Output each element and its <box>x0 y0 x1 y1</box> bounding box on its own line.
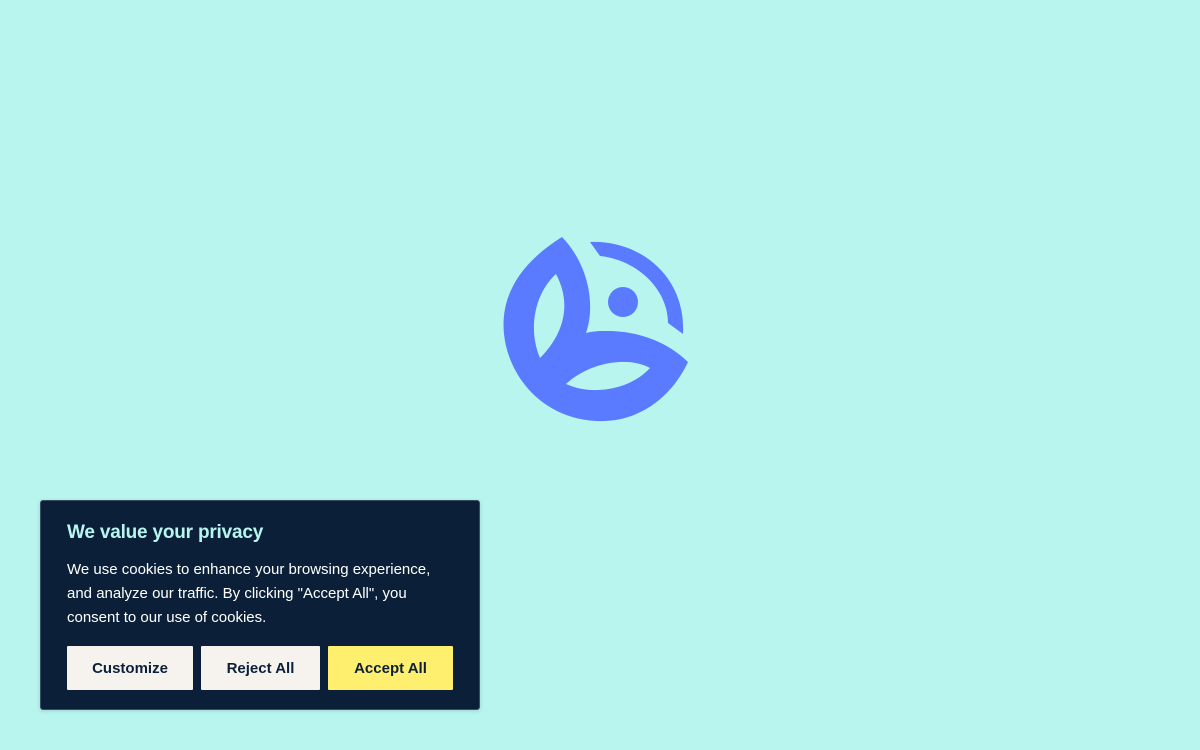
customize-button[interactable]: Customize <box>67 646 193 690</box>
cookie-banner-title: We value your privacy <box>67 522 264 543</box>
cookie-banner-actions: Customize Reject All Accept All <box>67 646 453 690</box>
reject-all-button[interactable]: Reject All <box>201 646 320 690</box>
accept-all-button[interactable]: Accept All <box>328 646 453 690</box>
cookie-banner-message: We use cookies to enhance your browsing … <box>67 561 431 626</box>
page: We value your privacy We use cookies to … <box>0 0 1200 750</box>
brand-logo-icon <box>500 234 692 426</box>
cookie-consent-banner: We value your privacy We use cookies to … <box>40 500 480 710</box>
